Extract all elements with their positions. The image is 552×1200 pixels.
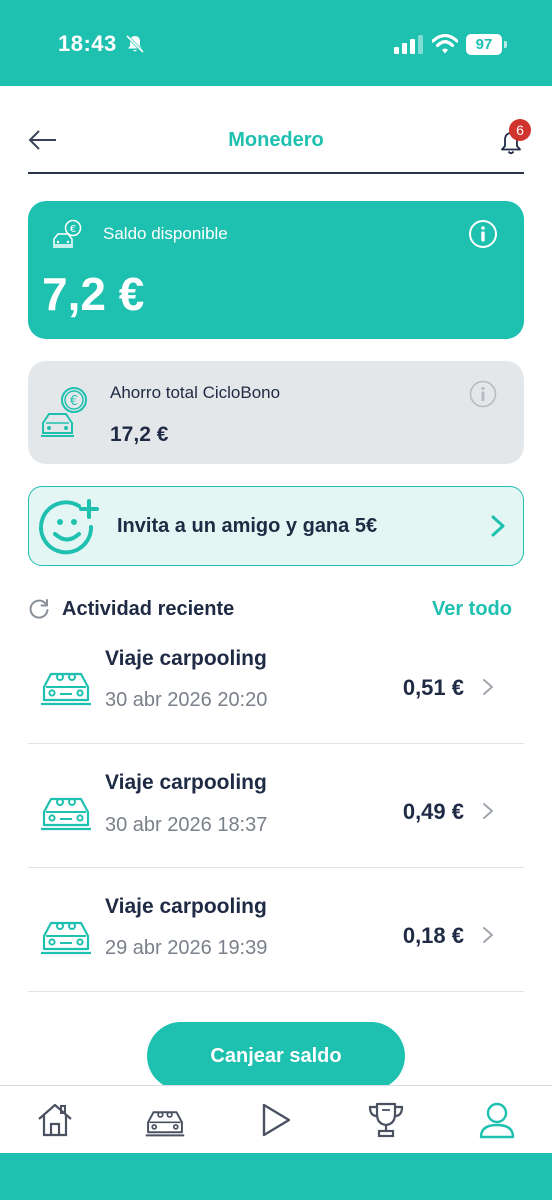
redeem-balance-button[interactable]: Canjear saldo <box>147 1022 405 1090</box>
activity-item-date: 30 abr 2026 18:37 <box>105 814 268 836</box>
wifi-icon <box>432 33 458 54</box>
activity-item-date: 29 abr 2026 19:39 <box>105 937 268 959</box>
activity-item-amount: 0,18 € <box>402 923 464 948</box>
car-euro-icon: € <box>41 387 87 437</box>
info-icon[interactable] <box>468 219 498 249</box>
activity-item[interactable]: Viaje carpooling 30 abr 2026 20:20 0,51 … <box>28 630 524 744</box>
page-header: Monedero 6 <box>28 110 531 174</box>
activity-item-amount: 0,49 € <box>402 799 464 824</box>
signal-icon <box>394 35 423 54</box>
home-icon <box>38 1103 72 1137</box>
balance-label: Saldo disponible <box>103 224 228 243</box>
recent-activity-header: Actividad reciente Ver todo <box>28 596 512 624</box>
play-icon <box>262 1103 291 1137</box>
bottom-strip <box>0 1153 552 1200</box>
tab-carpool[interactable] <box>143 1098 187 1142</box>
see-all-link[interactable]: Ver todo <box>432 598 512 621</box>
tab-trophy[interactable] <box>364 1098 408 1142</box>
activity-item-title: Viaje carpooling <box>105 647 267 670</box>
tab-home[interactable] <box>33 1098 77 1142</box>
info-icon[interactable] <box>469 380 497 408</box>
status-time: 18:43 <box>58 31 117 56</box>
chevron-right-icon <box>483 679 493 695</box>
chevron-right-icon <box>491 515 505 537</box>
notification-badge: 6 <box>509 119 531 141</box>
trophy-icon <box>368 1102 404 1138</box>
recent-activity-title: Actividad reciente <box>62 598 235 620</box>
activity-item[interactable]: Viaje carpooling 30 abr 2026 18:37 0,49 … <box>28 744 524 868</box>
savings-value: 17,2 € <box>110 423 169 446</box>
activity-list: Viaje carpooling 30 abr 2026 20:20 0,51 … <box>28 630 524 992</box>
svg-text:€: € <box>70 394 78 409</box>
savings-label: Ahorro total CicloBono <box>110 383 281 402</box>
svg-text:€: € <box>70 224 76 235</box>
car-icon <box>145 1111 185 1137</box>
page-title: Monedero <box>228 129 324 151</box>
carpool-car-icon <box>41 672 91 706</box>
bell-muted-icon <box>125 34 145 54</box>
balance-value: 7,2 € <box>42 268 145 320</box>
smiley-plus-icon <box>39 499 99 555</box>
car-euro-icon: € <box>53 219 82 248</box>
tab-profile[interactable] <box>475 1098 519 1142</box>
savings-card: € Ahorro total CicloBono 17,2 € <box>28 361 524 464</box>
activity-item-title: Viaje carpooling <box>105 895 267 918</box>
invite-text: Invita a un amigo y gana 5€ <box>117 515 378 537</box>
bottom-tab-bar <box>0 1085 552 1153</box>
activity-item-date: 30 abr 2026 20:20 <box>105 689 268 711</box>
status-bar: 18:43 97 <box>0 0 552 86</box>
chevron-right-icon <box>483 927 493 943</box>
refresh-icon <box>29 599 49 619</box>
carpool-car-icon <box>41 921 91 955</box>
balance-card: € Saldo disponible 7,2 € <box>28 201 524 339</box>
activity-item[interactable]: Viaje carpooling 29 abr 2026 19:39 0,18 … <box>28 868 524 992</box>
invite-friend-banner[interactable]: Invita a un amigo y gana 5€ <box>28 486 524 566</box>
carpool-car-icon <box>41 797 91 831</box>
activity-item-amount: 0,51 € <box>402 675 464 700</box>
battery-indicator: 97 <box>466 34 507 55</box>
activity-item-title: Viaje carpooling <box>105 771 267 794</box>
tab-play[interactable] <box>254 1098 298 1142</box>
chevron-right-icon <box>483 803 493 819</box>
profile-icon <box>479 1102 515 1139</box>
